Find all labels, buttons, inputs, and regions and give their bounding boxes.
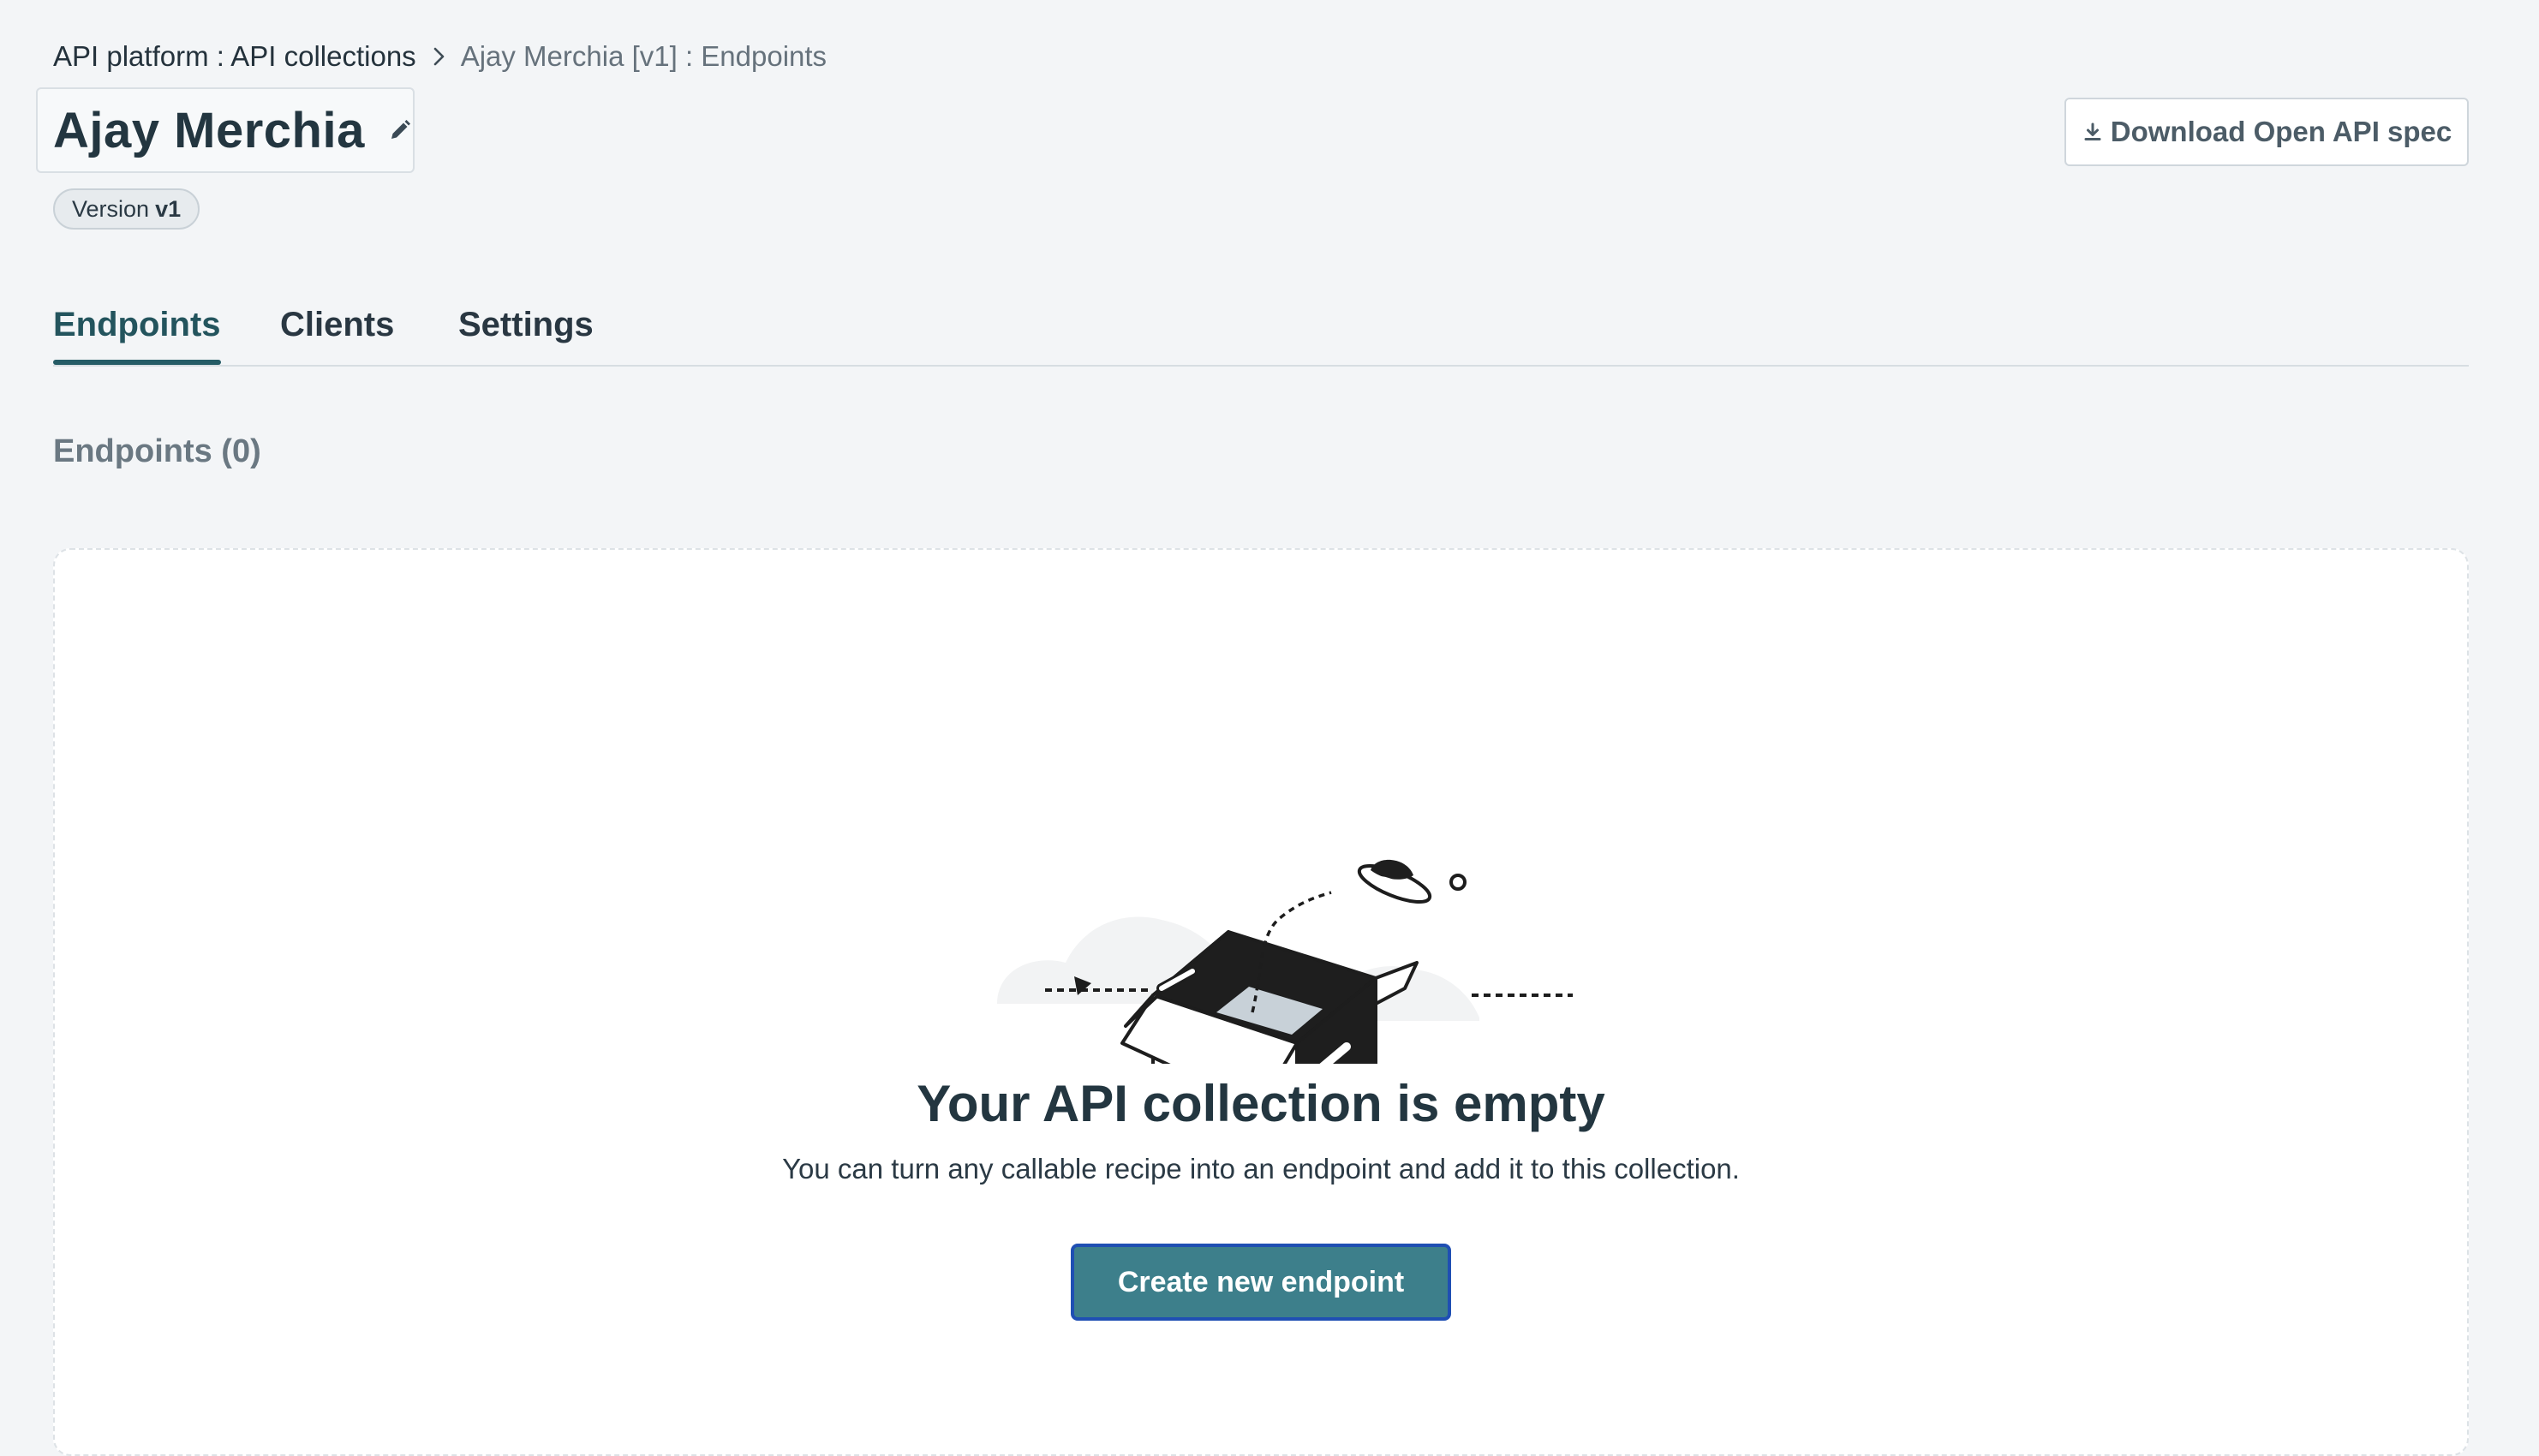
empty-state-title: Your API collection is empty	[917, 1075, 1605, 1132]
download-openapi-spec-label: Download Open API spec	[2110, 116, 2452, 147]
breadcrumb-link-api-collections[interactable]: API platform : API collections	[53, 40, 416, 73]
tab-settings[interactable]: Settings	[458, 295, 594, 363]
download-icon	[2082, 121, 2104, 143]
empty-box-illustration	[937, 755, 1622, 1141]
version-prefix: Version	[72, 195, 150, 222]
tab-clients[interactable]: Clients	[280, 295, 394, 363]
breadcrumb: API platform : API collections Ajay Merc…	[53, 36, 827, 77]
empty-state-card: Your API collection is empty You can tur…	[53, 548, 2469, 1456]
tab-endpoints[interactable]: Endpoints	[53, 295, 221, 365]
endpoints-count-heading: Endpoints (0)	[53, 433, 261, 469]
breadcrumb-current: Ajay Merchia [v1] : Endpoints	[460, 40, 827, 72]
tab-bar: Endpoints Clients Settings	[53, 295, 2469, 367]
collection-title-field[interactable]: Ajay Merchia	[36, 87, 415, 173]
download-openapi-spec-button[interactable]: Download Open API spec	[2064, 98, 2469, 166]
chevron-right-icon	[418, 36, 459, 77]
collection-title: Ajay Merchia	[53, 102, 365, 158]
pencil-icon[interactable]	[387, 116, 413, 145]
create-new-endpoint-button[interactable]: Create new endpoint	[1071, 1244, 1451, 1321]
version-badge: Version v1	[53, 188, 200, 230]
empty-state-description: You can turn any callable recipe into an…	[782, 1153, 1740, 1184]
version-value: v1	[155, 195, 182, 222]
